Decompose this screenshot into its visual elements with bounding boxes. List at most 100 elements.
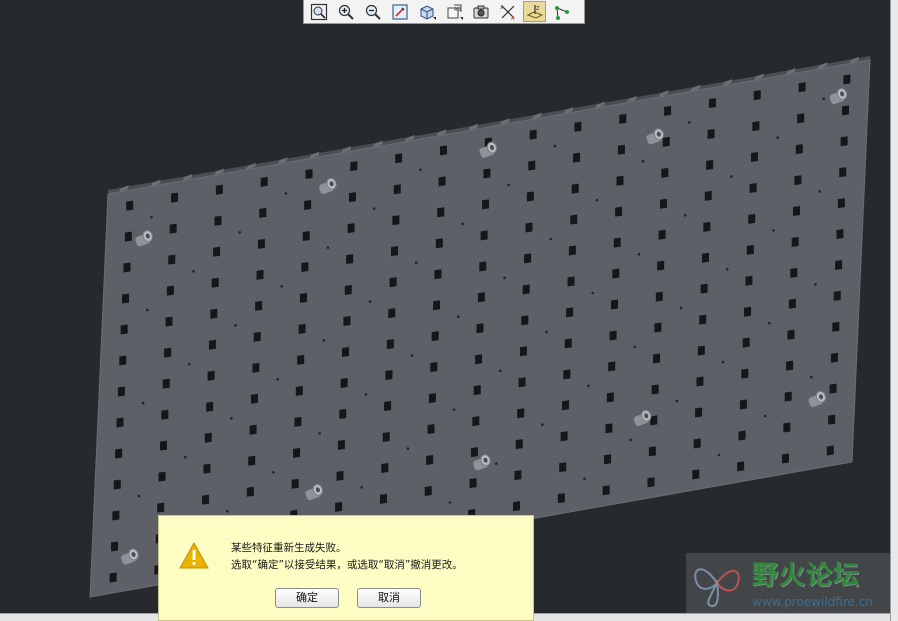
small-hole — [318, 432, 321, 435]
square-hole — [781, 453, 789, 464]
dropdown-arrow-icon — [433, 17, 436, 20]
small-hole — [822, 97, 826, 101]
square-hole — [110, 541, 118, 552]
square-hole — [304, 200, 312, 210]
square-hole — [395, 153, 403, 164]
square-hole — [744, 306, 752, 317]
square-hole — [476, 323, 484, 334]
small-hole — [541, 423, 544, 427]
square-hole — [697, 345, 705, 356]
square-hole — [171, 192, 179, 203]
square-hole — [482, 199, 490, 210]
datum-display-button[interactable]: Z — [523, 1, 546, 22]
small-hole — [448, 501, 452, 504]
small-hole — [730, 175, 733, 178]
view-toolbar: AB XA Z — [303, 0, 585, 24]
zoom-fit-button[interactable] — [307, 1, 330, 22]
small-hole — [499, 369, 502, 373]
small-hole — [675, 399, 679, 403]
square-hole — [559, 462, 567, 473]
square-hole — [384, 401, 392, 412]
regeneration-warning-dialog: 某些特征重新生成失败。 选取“确定”以接受结果，或选取“取消”撤消更改。 确定 … — [158, 515, 534, 621]
square-hole — [479, 261, 487, 272]
small-hole — [145, 308, 149, 312]
square-hole — [617, 144, 625, 155]
small-hole — [725, 267, 729, 271]
square-hole — [525, 222, 533, 233]
square-hole — [477, 292, 485, 303]
square-hole — [749, 182, 757, 193]
square-hole — [162, 378, 170, 389]
square-hole — [661, 167, 669, 178]
cancel-button[interactable]: 取消 — [357, 588, 421, 608]
square-hole — [560, 431, 568, 442]
small-hole — [545, 330, 548, 334]
square-hole — [112, 510, 120, 521]
square-hole — [249, 424, 257, 435]
square-hole — [602, 485, 610, 496]
square-hole — [570, 214, 578, 225]
square-hole — [514, 470, 522, 481]
square-hole — [259, 207, 267, 218]
square-hole — [343, 316, 351, 327]
small-hole — [230, 416, 233, 420]
svg-text:X: X — [500, 5, 504, 11]
square-hole — [610, 299, 618, 310]
square-hole — [654, 322, 662, 333]
square-hole — [702, 252, 710, 263]
square-hole — [648, 446, 656, 457]
small-hole — [641, 160, 645, 163]
right-edge-frame — [890, 0, 898, 621]
datum-points-button[interactable] — [550, 1, 573, 22]
small-hole — [234, 323, 237, 327]
view-manager-button[interactable] — [469, 1, 492, 22]
square-hole — [475, 354, 483, 365]
square-hole — [389, 277, 397, 288]
butterfly-logo-icon — [694, 568, 740, 607]
small-hole — [776, 136, 779, 139]
square-hole — [828, 414, 836, 425]
square-hole — [787, 329, 795, 340]
square-hole — [123, 262, 131, 273]
small-hole — [683, 213, 687, 217]
ok-button[interactable]: 确定 — [275, 588, 339, 608]
square-hole — [699, 314, 707, 325]
square-hole — [693, 438, 701, 449]
small-hole — [192, 269, 195, 273]
zoom-out-button[interactable] — [361, 1, 384, 22]
square-hole — [653, 353, 661, 364]
square-hole — [433, 300, 441, 311]
square-hole — [346, 254, 354, 265]
small-hole — [137, 494, 141, 498]
small-hole — [368, 300, 372, 303]
zoom-in-button[interactable] — [334, 1, 357, 22]
saved-views-button[interactable]: AB — [442, 1, 465, 22]
small-hole — [452, 408, 456, 411]
square-hole — [528, 160, 536, 171]
datum-axes-button[interactable]: XA — [496, 1, 519, 22]
square-hole — [439, 145, 447, 156]
display-style-button[interactable] — [415, 1, 438, 22]
square-hole — [302, 230, 310, 241]
repaint-button[interactable] — [388, 1, 411, 22]
small-hole — [494, 462, 498, 465]
small-hole — [679, 306, 683, 310]
small-hole — [553, 144, 557, 148]
square-hole — [563, 369, 571, 380]
small-hole — [225, 509, 229, 513]
square-hole — [206, 401, 214, 412]
square-hole — [524, 253, 532, 264]
square-hole — [386, 339, 394, 350]
small-hole — [595, 198, 599, 202]
square-hole — [788, 298, 796, 309]
square-hole — [748, 213, 756, 224]
square-hole — [208, 339, 216, 350]
square-hole — [836, 229, 844, 240]
square-hole — [515, 439, 523, 450]
square-hole — [564, 338, 572, 349]
square-hole — [692, 469, 700, 480]
square-hole — [256, 269, 264, 280]
small-hole — [507, 183, 510, 187]
dialog-message-line1: 某些特征重新生成失败。 — [231, 542, 347, 554]
square-hole — [707, 129, 715, 139]
